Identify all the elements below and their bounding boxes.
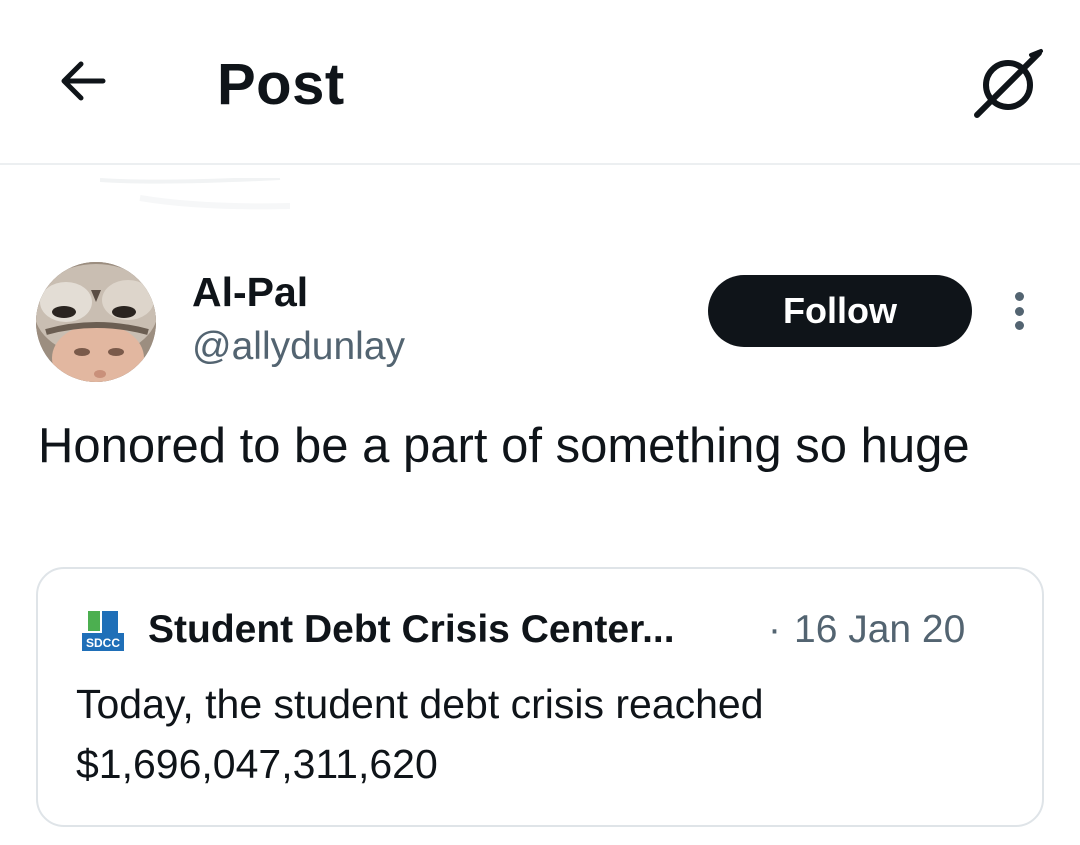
quoted-post-text: Today, the student debt crisis reached $… bbox=[76, 681, 764, 787]
scroll-fade bbox=[100, 178, 291, 210]
quoted-post-date: 16 Jan 20 bbox=[794, 608, 966, 651]
more-options-button[interactable] bbox=[1004, 288, 1034, 334]
avatar[interactable] bbox=[36, 262, 156, 382]
svg-text:SDCC: SDCC bbox=[86, 636, 120, 650]
top-bar: Post bbox=[0, 0, 1080, 165]
back-button[interactable] bbox=[52, 50, 114, 112]
follow-button[interactable]: Follow bbox=[708, 275, 972, 347]
author-display-name[interactable]: Al-Pal bbox=[192, 268, 308, 316]
more-vertical-icon bbox=[1014, 321, 1024, 330]
more-vertical-icon bbox=[1014, 292, 1024, 301]
meta-separator: · bbox=[768, 608, 781, 651]
quoted-author-name: Student Debt Crisis Center... bbox=[148, 608, 675, 651]
quoted-post[interactable]: SDCC Student Debt Crisis Center... · 16 … bbox=[36, 567, 1044, 827]
arrow-left-icon bbox=[61, 61, 106, 101]
sdcc-logo: SDCC bbox=[80, 607, 126, 653]
page-title: Post bbox=[217, 52, 345, 117]
grok-button[interactable] bbox=[968, 44, 1048, 124]
grok-icon bbox=[974, 49, 1043, 118]
author-handle: @allydunlay bbox=[192, 325, 406, 368]
more-vertical-icon bbox=[1014, 306, 1024, 316]
post-text: Honored to be a part of something so hug… bbox=[38, 419, 970, 473]
user-avatar bbox=[36, 262, 156, 382]
